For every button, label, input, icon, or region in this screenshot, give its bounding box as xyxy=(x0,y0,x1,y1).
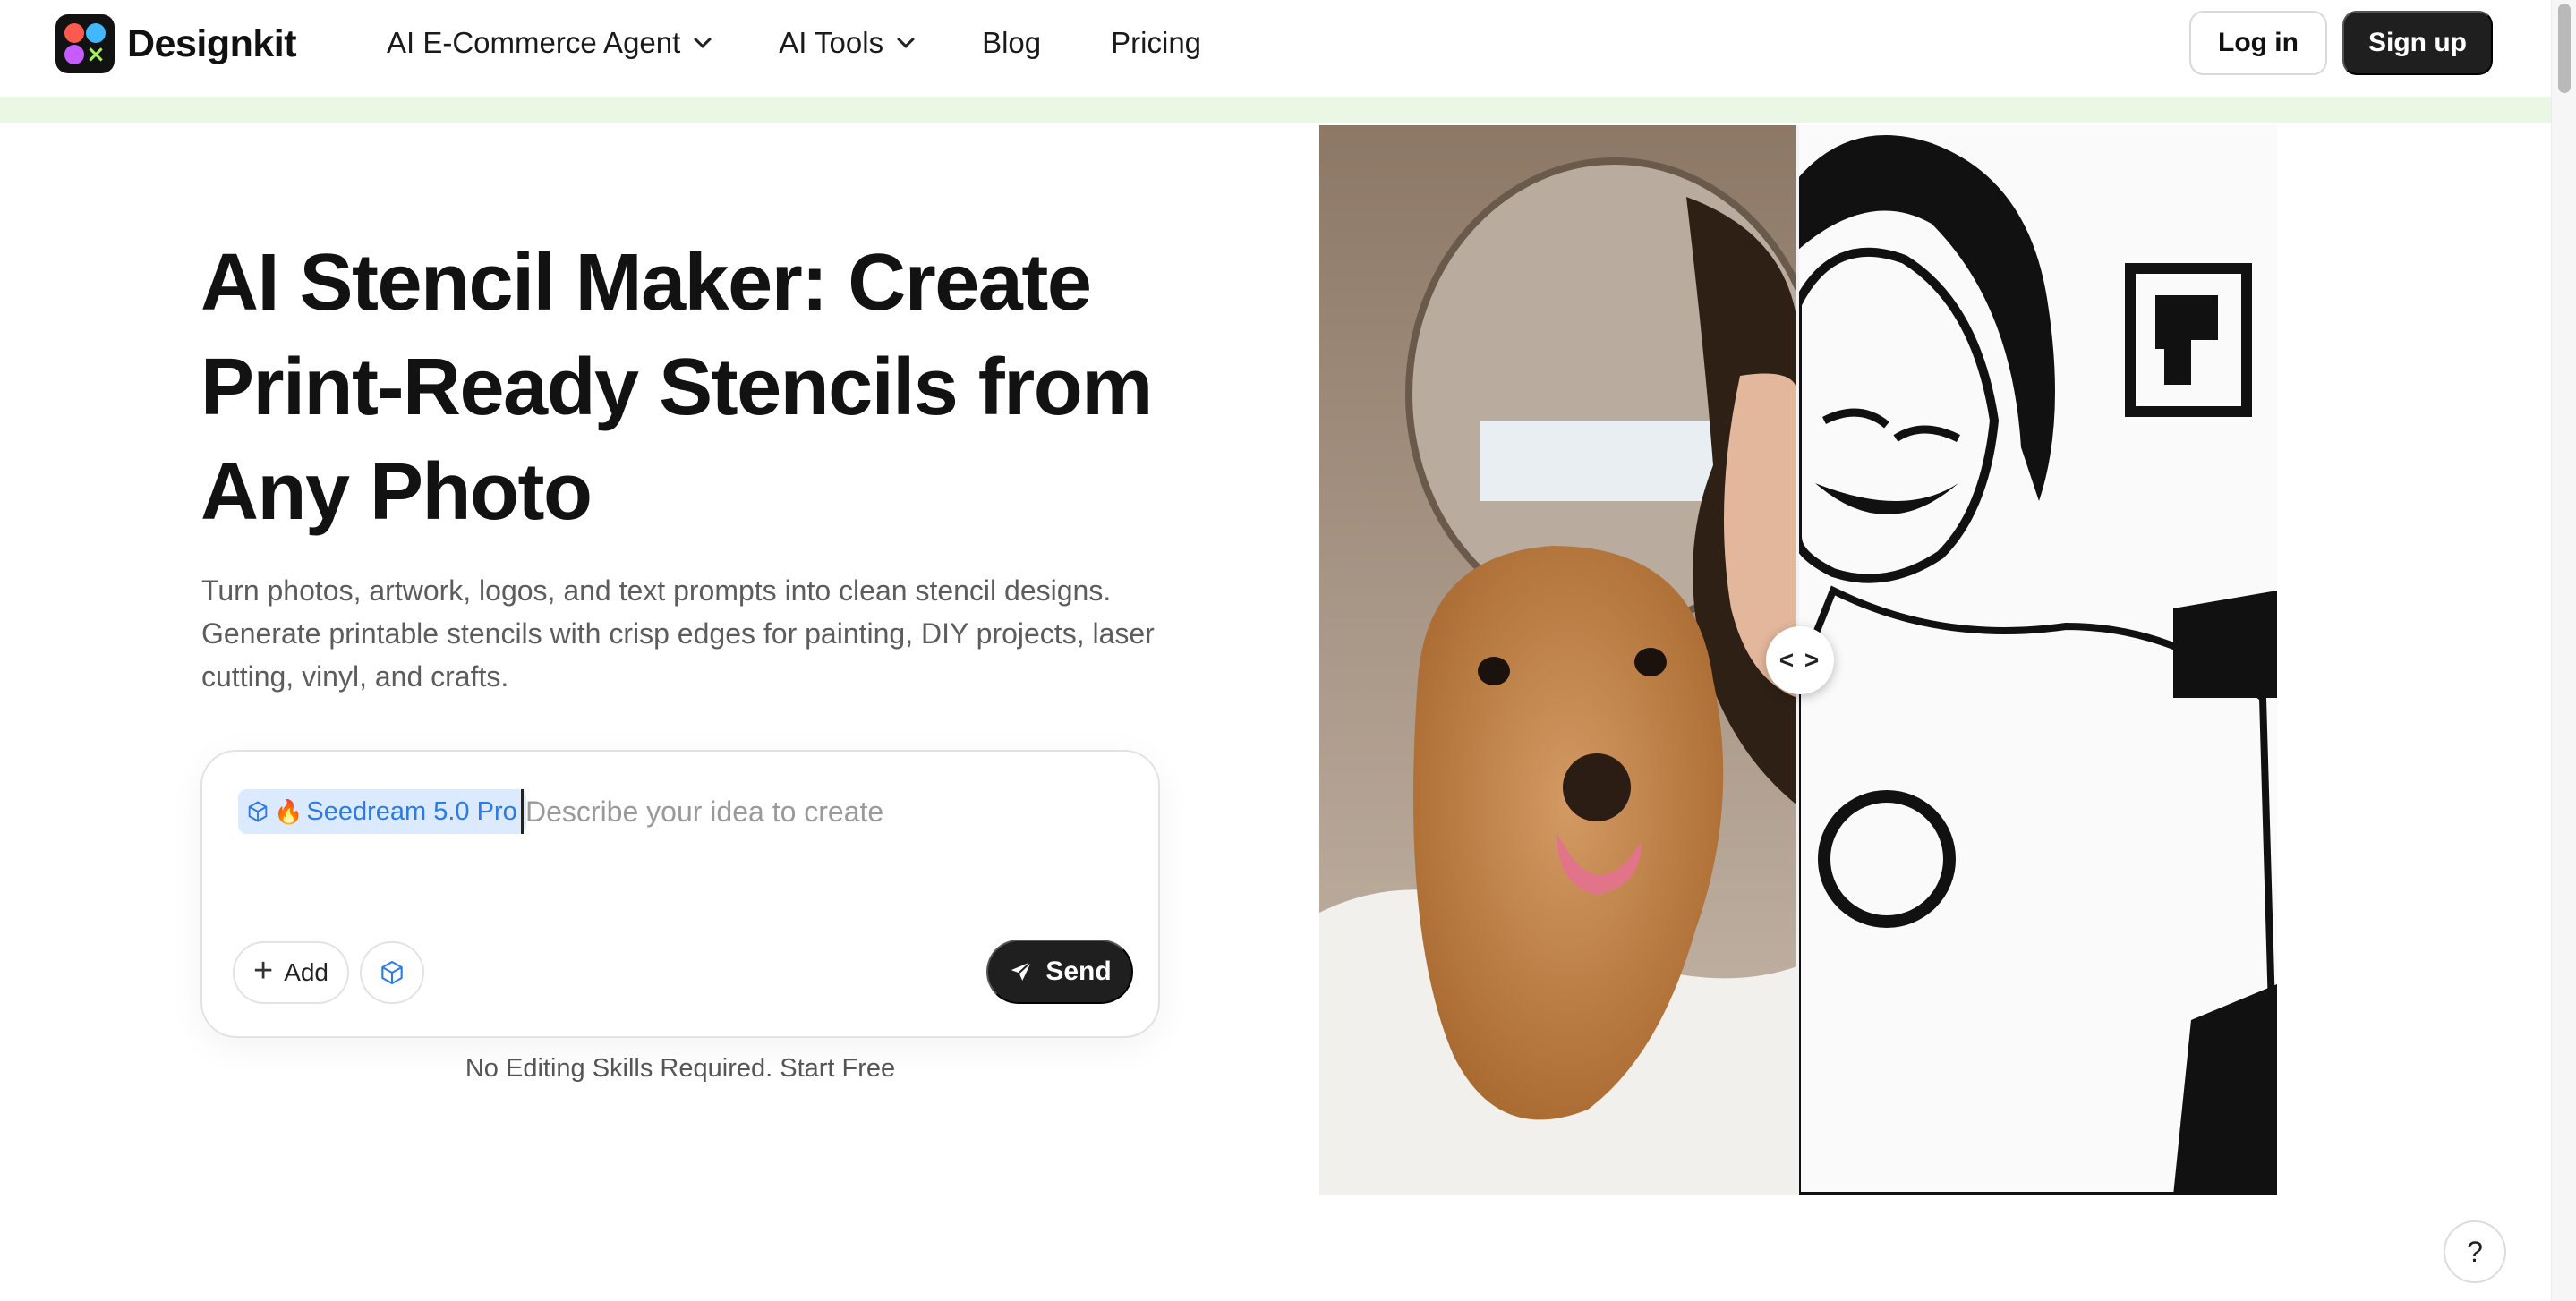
designkit-logo-icon: × xyxy=(55,14,115,73)
nav-item-blog[interactable]: Blog xyxy=(982,26,1041,60)
nav-item-label: Blog xyxy=(982,26,1042,59)
stencil-result xyxy=(1797,125,2277,1195)
prompt-box: 🔥 Seedream 5.0 Pro + Add Send xyxy=(200,750,1160,1038)
nav-item-ai-tools[interactable]: AI Tools xyxy=(779,26,915,60)
cube-icon xyxy=(248,801,268,822)
nav-item-pricing[interactable]: Pricing xyxy=(1111,26,1201,60)
nav-item-label: AI E-Commerce Agent xyxy=(387,26,681,59)
signup-button[interactable]: Sign up xyxy=(2342,11,2493,75)
login-button[interactable]: Log in xyxy=(2189,11,2327,75)
chevron-down-icon xyxy=(694,30,712,48)
nav-item-label: AI Tools xyxy=(779,26,884,59)
fire-icon: 🔥 xyxy=(274,797,303,825)
send-button-label: Send xyxy=(1045,957,1112,986)
brand[interactable]: × Designkit xyxy=(55,14,297,73)
model-chip-label: Seedream 5.0 Pro xyxy=(306,796,517,826)
cube-icon xyxy=(381,960,403,985)
hero-subtitle: Turn photos, artwork, logos, and text pr… xyxy=(201,574,1155,693)
page-title: AI Stencil Maker: Create Print-Ready Ste… xyxy=(200,238,1153,537)
site-header: × Designkit AI E-Commerce Agent AI Tools… xyxy=(0,0,2551,97)
paper-plane-icon xyxy=(1011,961,1033,981)
help-button[interactable]: ? xyxy=(2444,1220,2506,1283)
chevron-down-icon xyxy=(897,30,915,48)
scrollbar-thumb[interactable] xyxy=(2558,4,2571,93)
add-button-label: Add xyxy=(284,958,329,986)
promo-band xyxy=(0,97,2551,123)
model-select-button[interactable] xyxy=(360,941,424,1004)
page: × Designkit AI E-Commerce Agent AI Tools… xyxy=(0,0,2576,1301)
brand-name: Designkit xyxy=(127,21,297,65)
prompt-input[interactable] xyxy=(521,789,1130,834)
page-scrollbar[interactable] xyxy=(2551,0,2576,1301)
nav-item-ai-ecommerce-agent[interactable]: AI E-Commerce Agent xyxy=(387,26,712,60)
nav-item-label: Pricing xyxy=(1111,26,1202,59)
original-photo xyxy=(1319,125,1797,1195)
model-chip[interactable]: 🔥 Seedream 5.0 Pro xyxy=(238,789,526,834)
main-nav: AI E-Commerce Agent AI Tools Blog Pricin… xyxy=(387,21,1271,64)
plus-icon: + xyxy=(252,952,274,990)
send-button[interactable]: Send xyxy=(986,940,1133,1004)
comparison-slider-handle[interactable]: < > xyxy=(1766,626,1834,694)
add-button[interactable]: + Add xyxy=(233,941,349,1004)
prompt-note: No Editing Skills Required. Start Free xyxy=(465,1054,896,1083)
